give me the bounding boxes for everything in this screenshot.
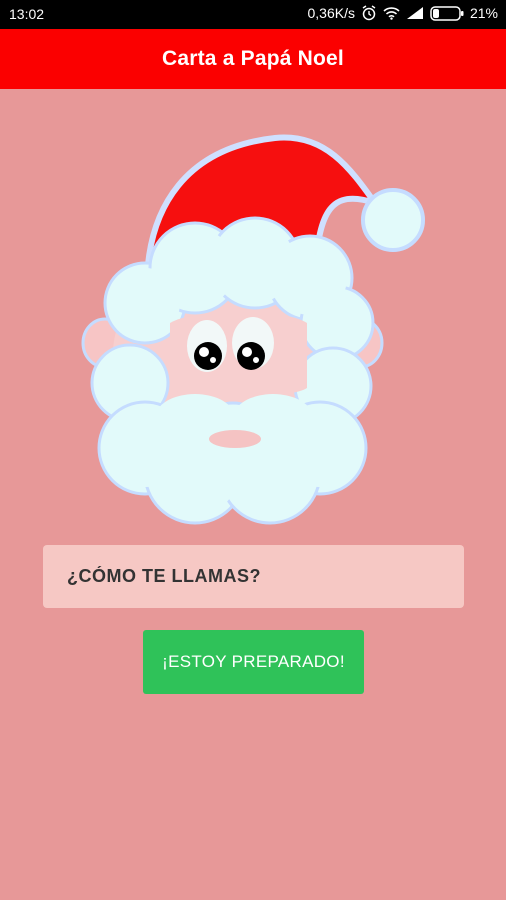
wifi-icon bbox=[383, 6, 400, 20]
battery-icon bbox=[430, 5, 464, 21]
santa-face-icon bbox=[75, 128, 435, 533]
app-bar: Carta a Papá Noel bbox=[0, 29, 506, 89]
alarm-icon bbox=[361, 5, 377, 21]
name-input[interactable] bbox=[43, 545, 464, 608]
app-title: Carta a Papá Noel bbox=[162, 47, 344, 70]
status-icons: 0,36K/s 21% bbox=[307, 5, 498, 21]
signal-icon bbox=[406, 6, 424, 20]
network-speed: 0,36K/s bbox=[307, 5, 355, 21]
ready-button[interactable]: ¡ESTOY PREPARADO! bbox=[143, 630, 364, 694]
status-bar: 13:02 0,36K/s 21% bbox=[0, 0, 506, 29]
battery-percent: 21% bbox=[469, 5, 498, 21]
status-time: 13:02 bbox=[9, 6, 45, 22]
